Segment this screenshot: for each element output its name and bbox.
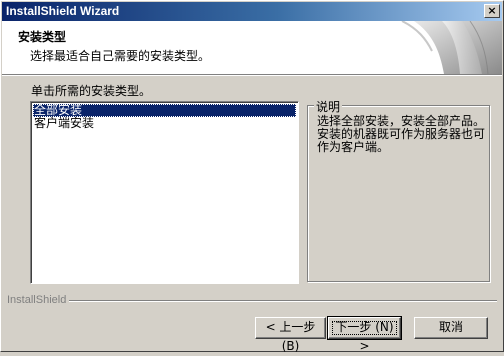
- wizard-header: 安装类型 选择最适合自己需要的安装类型。: [2, 21, 502, 74]
- next-button-label: 下一步 (N) >: [329, 318, 400, 353]
- footer-divider: [69, 300, 497, 302]
- title-bar[interactable]: InstallShield Wizard ×: [2, 2, 502, 21]
- back-button[interactable]: < 上一步 (B): [255, 317, 326, 353]
- page-subtitle: 选择最适合自己需要的安装类型。: [30, 49, 211, 63]
- description-group: 说明 选择全部安装，安装全部产品。安装的机器既可作为服务器也可作为客户端。: [307, 98, 490, 282]
- page-title: 安装类型: [18, 30, 67, 44]
- description-text: 选择全部安装，安装全部产品。安装的机器既可作为服务器也可作为客户端。: [317, 114, 486, 154]
- close-icon[interactable]: ×: [484, 4, 500, 18]
- install-type-list[interactable]: 全部安装 客户端安装: [30, 101, 299, 284]
- instruction-label: 单击所需的安装类型。: [31, 84, 152, 98]
- next-button[interactable]: 下一步 (N) >: [327, 316, 402, 353]
- list-item-client-install[interactable]: 客户端安装: [33, 117, 94, 130]
- window-title: InstallShield Wizard: [6, 4, 120, 18]
- description-heading: 说明: [314, 98, 343, 115]
- wizard-graphic-icon: [401, 21, 502, 74]
- installshield-brand: InstallShield: [7, 294, 67, 306]
- header-divider: [2, 74, 502, 76]
- cancel-button[interactable]: 取消: [414, 317, 488, 339]
- installshield-wizard-window: InstallShield Wizard × 安装类型 选择最适合自己需要的安装…: [0, 0, 504, 353]
